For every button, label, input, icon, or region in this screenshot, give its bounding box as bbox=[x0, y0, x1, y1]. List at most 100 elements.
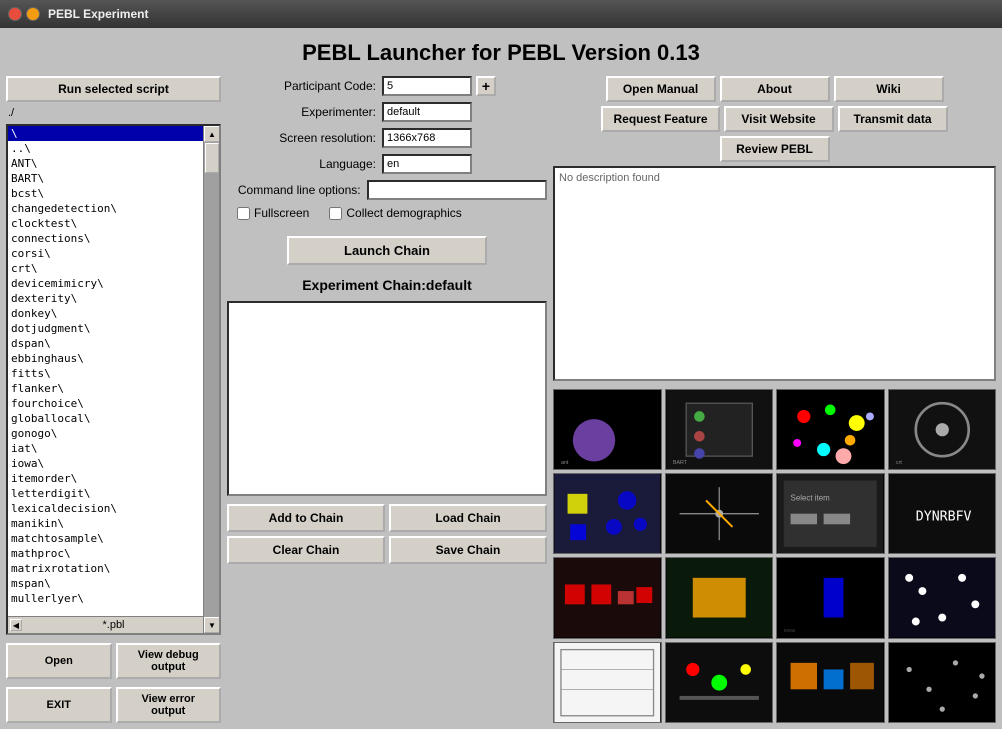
file-list-item[interactable]: corsi\ bbox=[8, 246, 219, 261]
cmdline-input[interactable] bbox=[367, 180, 547, 200]
language-input[interactable] bbox=[382, 154, 472, 174]
save-chain-button[interactable]: Save Chain bbox=[389, 536, 547, 564]
file-list-container: \..\ ANT\BART\bcst\changedetection\clock… bbox=[6, 124, 221, 635]
file-list-scrollbar[interactable]: ▲ ▼ bbox=[203, 126, 219, 633]
window-controls bbox=[8, 7, 40, 21]
wiki-button[interactable]: Wiki bbox=[834, 76, 944, 102]
filter-left-arrow[interactable]: ◀ bbox=[10, 619, 22, 631]
experimenter-input[interactable] bbox=[382, 102, 472, 122]
bottom-buttons-2: EXIT View error output bbox=[6, 687, 221, 723]
thumbnail-3[interactable] bbox=[776, 389, 885, 470]
thumbnail-14[interactable] bbox=[665, 642, 774, 723]
content-area: Run selected script ./ \..\ ANT\BART\bcs… bbox=[6, 76, 996, 723]
file-list-item[interactable]: connections\ bbox=[8, 231, 219, 246]
thumbnail-15[interactable] bbox=[776, 642, 885, 723]
file-list-item[interactable]: fitts\ bbox=[8, 366, 219, 381]
chain-title: Experiment Chain:default bbox=[227, 277, 547, 293]
description-text: No description found bbox=[559, 172, 660, 184]
file-list-item[interactable]: \ bbox=[8, 126, 219, 141]
thumbnail-8[interactable]: DYNRBFV bbox=[888, 473, 997, 554]
thumbnail-2[interactable]: BART bbox=[665, 389, 774, 470]
file-list-item[interactable]: mspan\ bbox=[8, 576, 219, 591]
open-manual-button[interactable]: Open Manual bbox=[606, 76, 716, 102]
file-list-item[interactable]: changedetection\ bbox=[8, 201, 219, 216]
load-chain-button[interactable]: Load Chain bbox=[389, 504, 547, 532]
increment-button[interactable]: + bbox=[476, 76, 496, 96]
run-selected-button[interactable]: Run selected script bbox=[6, 76, 221, 102]
thumbnail-6[interactable] bbox=[665, 473, 774, 554]
experimenter-row: Experimenter: bbox=[227, 102, 547, 122]
svg-text:Select item: Select item bbox=[791, 493, 831, 502]
chain-list[interactable] bbox=[227, 301, 547, 496]
participant-input[interactable] bbox=[382, 76, 472, 96]
bottom-buttons: Open View debug output bbox=[6, 643, 221, 679]
thumbnail-10[interactable] bbox=[665, 557, 774, 638]
thumbnails-grid: ant BART bbox=[553, 389, 996, 724]
file-list-item[interactable]: itemorder\ bbox=[8, 471, 219, 486]
file-list-item[interactable]: ..\ bbox=[8, 141, 219, 156]
request-feature-button[interactable]: Request Feature bbox=[601, 106, 719, 132]
collect-demo-label: Collect demographics bbox=[346, 206, 461, 220]
resolution-input[interactable] bbox=[382, 128, 472, 148]
minimize-button[interactable] bbox=[26, 7, 40, 21]
close-button[interactable] bbox=[8, 7, 22, 21]
thumbnail-16[interactable] bbox=[888, 642, 997, 723]
file-list-item[interactable]: iat\ bbox=[8, 441, 219, 456]
add-to-chain-button[interactable]: Add to Chain bbox=[227, 504, 385, 532]
view-debug-button[interactable]: View debug output bbox=[116, 643, 222, 679]
file-list-item[interactable]: ANT\ bbox=[8, 156, 219, 171]
file-list-item[interactable]: letterdigit\ bbox=[8, 486, 219, 501]
fullscreen-checkbox[interactable] bbox=[237, 207, 250, 220]
collect-demo-checkbox[interactable] bbox=[329, 207, 342, 220]
scroll-track[interactable] bbox=[204, 142, 219, 617]
file-list-item[interactable]: matchtosample\ bbox=[8, 531, 219, 546]
resolution-label: Screen resolution: bbox=[227, 131, 382, 145]
thumbnail-9[interactable] bbox=[553, 557, 662, 638]
thumbnail-5[interactable] bbox=[553, 473, 662, 554]
file-list-item[interactable]: fourchoice\ bbox=[8, 396, 219, 411]
thumbnail-13[interactable] bbox=[553, 642, 662, 723]
thumbnail-12[interactable] bbox=[888, 557, 997, 638]
thumbnail-4[interactable]: crt bbox=[888, 389, 997, 470]
main-window: PEBL Launcher for PEBL Version 0.13 Run … bbox=[0, 28, 1002, 729]
file-list-item[interactable]: dspan\ bbox=[8, 336, 219, 351]
scroll-down-arrow[interactable]: ▼ bbox=[204, 617, 220, 633]
right-panel: Open Manual About Wiki Request Feature V… bbox=[553, 76, 996, 723]
file-list-item[interactable]: gonogo\ bbox=[8, 426, 219, 441]
file-list-item[interactable]: mullerlyer\ bbox=[8, 591, 219, 606]
file-list-item[interactable]: crt\ bbox=[8, 261, 219, 276]
scroll-thumb[interactable] bbox=[205, 143, 219, 173]
about-button[interactable]: About bbox=[720, 76, 830, 102]
file-list-item[interactable]: globallocal\ bbox=[8, 411, 219, 426]
review-pebl-button[interactable]: Review PEBL bbox=[720, 136, 830, 162]
launch-chain-button[interactable]: Launch Chain bbox=[287, 236, 487, 265]
file-list-item[interactable]: devicemimicry\ bbox=[8, 276, 219, 291]
exit-button[interactable]: EXIT bbox=[6, 687, 112, 723]
thumbnail-1[interactable]: ant bbox=[553, 389, 662, 470]
file-list-item[interactable]: ebbinghaus\ bbox=[8, 351, 219, 366]
scroll-up-arrow[interactable]: ▲ bbox=[204, 126, 220, 142]
file-list-item[interactable]: dexterity\ bbox=[8, 291, 219, 306]
file-list-item[interactable]: donkey\ bbox=[8, 306, 219, 321]
file-list-item[interactable]: dotjudgment\ bbox=[8, 321, 219, 336]
view-error-button[interactable]: View error output bbox=[116, 687, 222, 723]
fullscreen-checkbox-label: Fullscreen bbox=[237, 206, 309, 220]
file-list-item[interactable]: bcst\ bbox=[8, 186, 219, 201]
clear-chain-button[interactable]: Clear Chain bbox=[227, 536, 385, 564]
file-list-item[interactable]: manikin\ bbox=[8, 516, 219, 531]
file-list[interactable]: \..\ ANT\BART\bcst\changedetection\clock… bbox=[8, 126, 219, 616]
file-list-item[interactable]: iowa\ bbox=[8, 456, 219, 471]
transmit-data-button[interactable]: Transmit data bbox=[838, 106, 948, 132]
file-list-item[interactable]: matrixrotation\ bbox=[8, 561, 219, 576]
top-buttons-row-3: Review PEBL bbox=[553, 136, 996, 162]
open-button[interactable]: Open bbox=[6, 643, 112, 679]
file-list-item[interactable]: clocktest\ bbox=[8, 216, 219, 231]
form-section: Participant Code: + Experimenter: Screen… bbox=[227, 76, 547, 228]
visit-website-button[interactable]: Visit Website bbox=[724, 106, 834, 132]
file-list-item[interactable]: mathproc\ bbox=[8, 546, 219, 561]
file-list-item[interactable]: lexicaldecision\ bbox=[8, 501, 219, 516]
thumbnail-11[interactable]: iowa bbox=[776, 557, 885, 638]
file-list-item[interactable]: BART\ bbox=[8, 171, 219, 186]
thumbnail-7[interactable]: Select item bbox=[776, 473, 885, 554]
file-list-item[interactable]: flanker\ bbox=[8, 381, 219, 396]
